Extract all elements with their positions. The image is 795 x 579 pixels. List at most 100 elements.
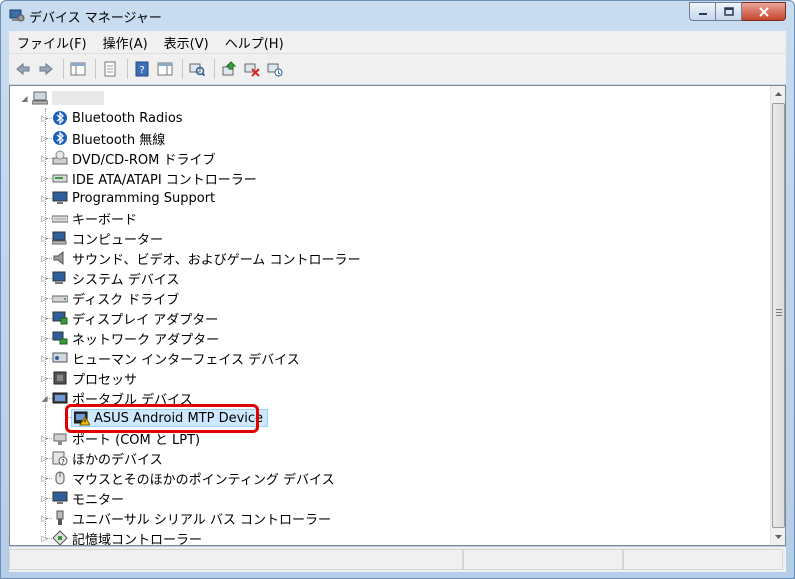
expand-arrow-icon[interactable]: ▷ [40,494,49,503]
back-button[interactable] [13,59,33,79]
tree-item-label: サウンド、ビデオ、およびゲーム コントローラー [72,252,361,268]
expand-arrow-icon[interactable]: ▷ [40,274,49,283]
expand-arrow-icon[interactable]: ▷ [40,214,49,223]
tree-category-item[interactable]: ▷ キーボード [40,208,137,228]
tree-item-label: ほかのデバイス [72,452,163,468]
computer-icon [52,231,67,245]
scroll-up-icon [775,92,782,96]
collapse-arrow-icon[interactable]: ◢ [40,394,49,403]
uninstall-button[interactable] [242,59,262,79]
help-button[interactable]: ? [132,59,152,79]
expand-arrow-icon[interactable]: ▷ [40,334,49,343]
tree-category-item[interactable]: ▷ プロセッサ [40,368,137,388]
tree-category-item[interactable]: ▷ Bluetooth 無線 [40,128,165,148]
close-button[interactable] [742,2,786,21]
tree-item-label: Bluetooth Radios [72,110,183,126]
tree-category-item[interactable]: ▷ システム デバイス [40,268,179,288]
tree-category-item[interactable]: ▷ ヒューマン インターフェイス デバイス [40,348,300,368]
properties-button[interactable] [100,59,120,79]
properties-icon [104,61,116,77]
status-bar [9,547,786,572]
menu-view[interactable]: 表示(V) [156,33,217,52]
expand-arrow-icon[interactable]: ▷ [40,534,49,543]
expand-arrow-icon[interactable]: ▷ [40,374,49,383]
tree-category-item[interactable]: ▷ コンピューター [40,228,163,248]
status-segment [623,549,783,570]
expand-arrow-icon[interactable]: ▷ [40,254,49,263]
forward-arrow-icon [39,62,53,76]
tree-category-item[interactable]: ▷ サウンド、ビデオ、およびゲーム コントローラー [40,248,360,268]
monitor-icon [52,191,68,204]
highlight-annotation [65,404,259,433]
show-hide-action-pane-button[interactable] [155,59,175,79]
menu-help[interactable]: ヘルプ(H) [217,33,292,52]
expand-arrow-icon[interactable]: ▷ [40,514,49,523]
scroll-thumb[interactable] [772,103,785,528]
device-tree[interactable]: ◢ ▷ Bluetooth Radios ▷ Bluetooth 無線 ▷ DVD/CD-… [9,85,786,546]
mouse-icon [55,471,65,485]
tree-category-item[interactable]: ▷ Programming Support [40,188,215,208]
menu-action[interactable]: 操作(A) [95,33,156,52]
tree-category-item[interactable]: ▷ ユニバーサル シリアル バス コントローラー [40,508,331,528]
tree-item-label: DVD/CD-ROM ドライブ [72,152,216,168]
minimize-icon [698,12,707,15]
portable-device-icon [52,392,68,404]
dvd-drive-icon [52,150,68,165]
tree-category-item[interactable]: ▷ マウスとそのほかのポインティング デバイス [40,468,335,488]
svg-text:?: ? [61,458,65,466]
console-tree-icon [70,62,86,76]
tree-category-item[interactable]: ▷ Bluetooth Radios [40,108,183,128]
expand-arrow-icon[interactable]: ▷ [40,314,49,323]
expand-arrow-icon[interactable]: ▷ [40,474,49,483]
minimize-button[interactable] [689,2,716,21]
hid-icon [52,352,68,363]
expand-arrow-icon[interactable]: ▷ [40,194,49,203]
title-bar[interactable]: デバイス マネージャー [1,1,794,29]
expand-arrow-icon[interactable]: ▷ [40,354,49,363]
vertical-scrollbar[interactable] [770,86,785,545]
ide-controller-icon [52,174,68,183]
expand-arrow-icon[interactable]: ▷ [40,234,49,243]
computer-root-icon [32,91,48,105]
maximize-button[interactable] [716,2,742,21]
show-hide-console-tree-button[interactable] [68,59,88,79]
tree-category-item[interactable]: ▷ モニター [40,488,124,508]
port-icon [53,433,67,445]
close-icon [758,6,769,17]
device-manager-window: デバイス マネージャー ファイル(F) 操作(A) 表示(V) ヘルプ(H) ?… [0,0,795,579]
menu-file[interactable]: ファイル(F) [9,33,95,52]
tree-category-item[interactable]: ▷ 記憶域コントローラー [40,528,202,545]
toolbar: ? [9,53,786,84]
update-driver-button[interactable] [219,59,239,79]
tree-category-item[interactable]: ▷? ほかのデバイス [40,448,163,468]
disable-button[interactable] [265,59,285,79]
tree-root[interactable]: ◢ [20,88,104,108]
expand-arrow-icon[interactable]: ▷ [40,154,49,163]
scroll-up-button[interactable] [771,86,785,102]
expand-arrow-icon[interactable]: ▷ [40,294,49,303]
scroll-down-button[interactable] [771,529,785,545]
update-driver-icon [222,61,237,76]
expand-arrow-icon[interactable]: ▷ [40,114,49,123]
monitor-icon [52,491,68,504]
expand-arrow-icon[interactable]: ▷ [40,134,49,143]
status-segment [9,549,463,570]
tree-category-item[interactable]: ▷ DVD/CD-ROM ドライブ [40,148,215,168]
maximize-icon [723,6,734,16]
status-segment [463,549,623,570]
expand-arrow-icon[interactable]: ▷ [40,454,49,463]
tree-category-item[interactable]: ▷ IDE ATA/ATAPI コントローラー [40,168,257,188]
tree-category-item[interactable]: ▷ ディスク ドライブ [40,288,179,308]
tree-item-label: プロセッサ [72,372,138,388]
forward-button[interactable] [36,59,56,79]
collapse-arrow-icon[interactable]: ◢ [20,94,29,103]
expand-arrow-icon[interactable]: ▷ [40,174,49,183]
toolbar-separator [182,59,183,79]
tree-item-label: モニター [72,492,125,508]
tree-category-item[interactable]: ▷ ネットワーク アダプター [40,328,219,348]
expand-arrow-icon[interactable]: ▷ [40,434,49,443]
tree-category-item[interactable]: ▷ ディスプレイ アダプター [40,308,218,328]
scan-hardware-button[interactable] [187,59,207,79]
network-adapter-icon [52,331,68,345]
tree-item-label: IDE ATA/ATAPI コントローラー [72,172,257,188]
